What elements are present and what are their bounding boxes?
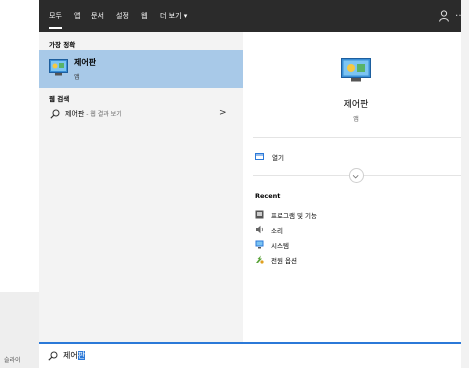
web-search-suffix: - 웹 결과 보기 xyxy=(84,111,122,118)
recent-item-programs[interactable]: 프로그램 및 기능 xyxy=(255,209,455,221)
detail-pane: 제어판 앱 열기 Recent 프로그램 및 기능 소리 시스템 전원 옵션 xyxy=(243,32,469,342)
best-match-name: 제어판 xyxy=(74,58,97,67)
recent-item-sound[interactable]: 소리 xyxy=(255,224,455,236)
open-icon xyxy=(255,153,264,160)
web-search-query: 제어판 xyxy=(65,110,85,118)
web-search-heading: 웹 검색 xyxy=(49,95,70,103)
background-caption: 슬라이 xyxy=(4,357,21,364)
programs-icon xyxy=(255,210,264,219)
best-match-type: 앱 xyxy=(74,74,80,81)
tab-web[interactable]: 웹 xyxy=(141,11,147,21)
best-match-item[interactable]: 제어판 앱 xyxy=(39,50,243,88)
sound-icon xyxy=(256,225,264,234)
recent-item-label: 프로그램 및 기능 xyxy=(271,212,317,220)
chevron-right-icon[interactable]: > xyxy=(219,108,227,118)
power-options-icon xyxy=(256,255,264,264)
tab-apps[interactable]: 앱 xyxy=(74,11,80,21)
background-window-right xyxy=(461,0,469,368)
search-selected-text: 판 xyxy=(77,351,86,360)
recent-item-label: 소리 xyxy=(271,227,283,235)
divider xyxy=(253,137,469,138)
search-panel: 모두 앱 문서 설정 웹 더 보기 ▾ … 가장 정확 제어판 앱 웹 검색 제… xyxy=(39,0,469,368)
tab-more[interactable]: 더 보기 ▾ xyxy=(160,11,187,21)
results-list: 가장 정확 제어판 앱 웹 검색 제어판 - 웹 결과 보기 > xyxy=(39,32,243,342)
open-label: 열기 xyxy=(272,154,284,162)
recent-heading: Recent xyxy=(255,192,281,200)
search-icon xyxy=(48,351,58,361)
tab-all[interactable]: 모두 xyxy=(49,11,62,29)
recent-item-label: 전원 옵션 xyxy=(271,257,297,265)
search-input[interactable]: 제어판 xyxy=(63,350,86,361)
recent-item-system[interactable]: 시스템 xyxy=(255,239,455,251)
recent-item-label: 시스템 xyxy=(271,242,289,250)
control-panel-icon xyxy=(49,59,68,76)
control-panel-large-icon xyxy=(341,58,371,82)
web-search-item[interactable]: 제어판 - 웹 결과 보기 > xyxy=(39,108,243,122)
filter-bar: 모두 앱 문서 설정 웹 더 보기 ▾ … xyxy=(39,0,469,32)
recent-item-power-options[interactable]: 전원 옵션 xyxy=(255,254,455,266)
search-typed-text: 제어 xyxy=(63,351,78,360)
detail-title: 제어판 xyxy=(343,100,369,110)
feedback-icon[interactable] xyxy=(437,9,451,23)
web-search-text: 제어판 - 웹 결과 보기 xyxy=(65,109,122,119)
background-window: 슬라이 xyxy=(0,0,39,368)
system-icon xyxy=(255,240,264,249)
search-box[interactable]: 제어판 xyxy=(39,342,469,368)
best-match-heading: 가장 정확 xyxy=(49,41,76,49)
expand-button[interactable] xyxy=(349,168,364,183)
tab-settings[interactable]: 설정 xyxy=(116,11,129,21)
tab-documents[interactable]: 문서 xyxy=(91,11,104,21)
chevron-down-icon xyxy=(352,175,359,179)
search-icon xyxy=(50,109,60,119)
detail-subtitle: 앱 xyxy=(353,116,359,123)
